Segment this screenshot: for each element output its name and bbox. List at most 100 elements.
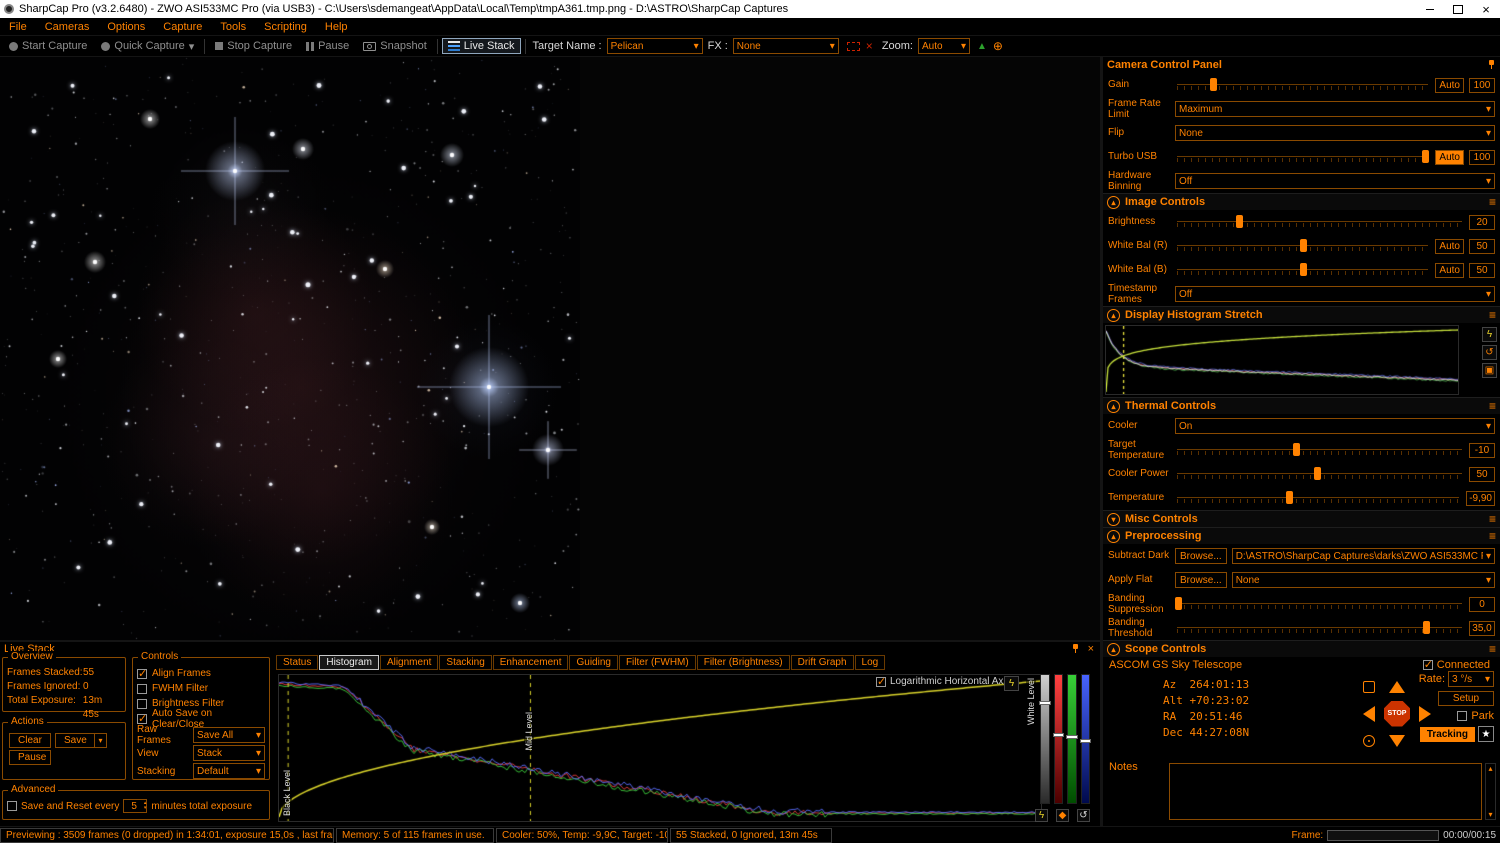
apply-flat-select[interactable]: None: [1232, 572, 1495, 588]
menu-file[interactable]: File: [0, 21, 36, 33]
live-stack-button[interactable]: Live Stack: [442, 38, 521, 54]
save-reset-checkbox[interactable]: [7, 801, 17, 811]
turbo-usb-auto-button[interactable]: Auto: [1435, 150, 1464, 165]
white-bal-r-slider-handle[interactable]: [1300, 239, 1307, 252]
crosshair-icon[interactable]: [1363, 735, 1375, 747]
section-menu-icon[interactable]: [1489, 512, 1496, 526]
temperature-value[interactable]: -9,90: [1466, 491, 1495, 506]
rate-select[interactable]: 3 °/s: [1448, 671, 1494, 687]
apply-flat-browse-button[interactable]: Browse...: [1175, 572, 1227, 588]
banding-threshold-slider-handle[interactable]: [1423, 621, 1430, 634]
frame-slew-icon[interactable]: [1363, 681, 1375, 693]
menu-capture[interactable]: Capture: [154, 21, 211, 33]
menu-help[interactable]: Help: [316, 21, 357, 33]
reset-levels-icon[interactable]: [1077, 809, 1090, 822]
white-bal-r-slider[interactable]: [1175, 238, 1430, 254]
pin-icon[interactable]: [1071, 644, 1080, 654]
tab-stacking[interactable]: Stacking: [439, 655, 491, 670]
live-stack-histogram[interactable]: [278, 674, 1042, 822]
gain-auto-button[interactable]: Auto: [1435, 78, 1464, 93]
pause-stack-button[interactable]: Pause: [9, 750, 51, 765]
stop-capture-button[interactable]: Stop Capture: [209, 38, 298, 54]
selection-area-icon[interactable]: [847, 42, 860, 51]
banding-suppression-value[interactable]: 0: [1469, 597, 1495, 612]
brightness-slider[interactable]: [1175, 214, 1464, 230]
red-level-slider[interactable]: [1054, 674, 1064, 804]
scope-left-button[interactable]: [1355, 700, 1383, 727]
notes-scrollbar[interactable]: [1485, 763, 1496, 820]
section-thermal-controls[interactable]: Thermal Controls: [1103, 397, 1500, 414]
auto-stretch-icon[interactable]: [1004, 676, 1019, 691]
tab-status[interactable]: Status: [276, 655, 318, 670]
frame-rate-select[interactable]: Maximum: [1175, 101, 1495, 117]
save-button[interactable]: Save: [55, 733, 95, 748]
cooler-power-value[interactable]: 50: [1469, 467, 1495, 482]
section-preprocessing[interactable]: Preprocessing: [1103, 527, 1500, 544]
close-button[interactable]: [1472, 0, 1500, 18]
hardware-binning-select[interactable]: Off: [1175, 173, 1495, 189]
section-menu-icon[interactable]: [1489, 529, 1496, 543]
banding-threshold-slider[interactable]: [1175, 620, 1464, 636]
view-select[interactable]: Stack: [193, 745, 265, 761]
timestamp-frames-select[interactable]: Off: [1175, 286, 1495, 302]
brightness-value[interactable]: 20: [1469, 215, 1495, 230]
gain-value[interactable]: 100: [1469, 78, 1495, 93]
star-icon[interactable]: [1478, 726, 1494, 742]
section-menu-icon[interactable]: [1489, 195, 1496, 209]
pin-icon[interactable]: [1487, 60, 1496, 70]
section-scope-controls[interactable]: Scope Controls: [1103, 640, 1500, 657]
target-name-select[interactable]: Pelican: [607, 38, 703, 54]
gain-slider[interactable]: [1175, 77, 1430, 93]
apply-stretch-icon[interactable]: [1056, 809, 1069, 822]
log-axis-checkbox[interactable]: Logarithmic Horizontal Axis: [876, 676, 1011, 687]
section-misc-controls[interactable]: Misc Controls: [1103, 510, 1500, 527]
tab-drift-graph[interactable]: Drift Graph: [791, 655, 854, 670]
reset-stretch-icon[interactable]: [1482, 345, 1497, 360]
histogram-toggle-icon[interactable]: [977, 41, 987, 52]
fx-select[interactable]: None: [733, 38, 839, 54]
green-level-slider[interactable]: [1067, 674, 1077, 804]
cooler-power-slider[interactable]: [1175, 466, 1464, 482]
save-stretch-icon[interactable]: [1482, 363, 1497, 378]
subtract-dark-select[interactable]: D:\ASTRO\SharpCap Captures\darks\ZWO ASI…: [1232, 548, 1495, 564]
tab-histogram[interactable]: Histogram: [319, 655, 379, 670]
auto-stretch-icon[interactable]: [1482, 327, 1497, 342]
turbo-usb-slider[interactable]: [1175, 149, 1430, 165]
white-bal-b-auto-button[interactable]: Auto: [1435, 263, 1464, 278]
scroll-down-icon[interactable]: [1488, 810, 1492, 819]
save-dropdown-icon[interactable]: [95, 733, 107, 748]
white-bal-b-value[interactable]: 50: [1469, 263, 1495, 278]
clear-button[interactable]: Clear: [9, 733, 51, 748]
zoom-select[interactable]: Auto: [918, 38, 970, 54]
raw-frames-select[interactable]: Save All: [193, 727, 265, 743]
white-bal-b-slider[interactable]: [1175, 262, 1430, 278]
target-temperature-slider-handle[interactable]: [1293, 443, 1300, 456]
tab-alignment[interactable]: Alignment: [380, 655, 438, 670]
close-icon[interactable]: [1088, 643, 1094, 655]
pause-button[interactable]: Pause: [300, 38, 355, 54]
temperature-slider-handle[interactable]: [1286, 491, 1293, 504]
minutes-stepper[interactable]: 5: [123, 799, 147, 813]
fwhm-filter-checkbox[interactable]: FWHM Filter: [137, 681, 265, 696]
banding-suppression-slider[interactable]: [1175, 596, 1464, 612]
flip-select[interactable]: None: [1175, 125, 1495, 141]
checkbox-icon[interactable]: [1423, 660, 1433, 670]
menu-scripting[interactable]: Scripting: [255, 21, 316, 33]
brightness-slider-handle[interactable]: [1236, 215, 1243, 228]
section-display-histogram-stretch[interactable]: Display Histogram Stretch: [1103, 306, 1500, 323]
menu-cameras[interactable]: Cameras: [36, 21, 99, 33]
section-menu-icon[interactable]: [1489, 399, 1496, 413]
checkbox-icon[interactable]: [1457, 711, 1467, 721]
spin-down-icon[interactable]: [144, 806, 147, 811]
minimize-button[interactable]: [1416, 0, 1444, 18]
section-menu-icon[interactable]: [1489, 642, 1496, 656]
clear-selection-icon[interactable]: ×: [866, 39, 873, 53]
white-bal-b-slider-handle[interactable]: [1300, 263, 1307, 276]
menu-tools[interactable]: Tools: [211, 21, 255, 33]
stacking-select[interactable]: Default: [193, 763, 265, 779]
cooler-select[interactable]: On: [1175, 418, 1495, 434]
tracking-button[interactable]: Tracking: [1420, 727, 1475, 742]
white-bal-r-value[interactable]: 50: [1469, 239, 1495, 254]
tab-enhancement[interactable]: Enhancement: [493, 655, 569, 670]
turbo-usb-slider-handle[interactable]: [1422, 150, 1429, 163]
